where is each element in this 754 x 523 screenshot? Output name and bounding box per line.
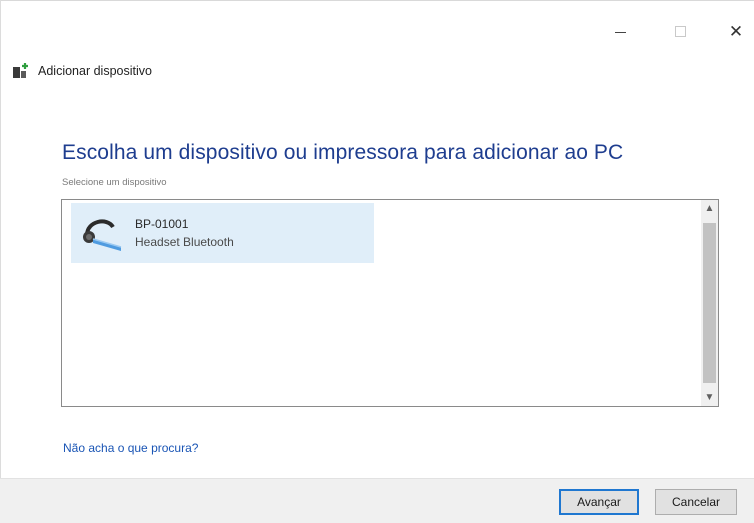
bluetooth-headset-icon: [77, 209, 125, 257]
chevron-down-icon: ▼: [704, 392, 715, 403]
maximize-icon: [674, 25, 686, 37]
device-type: Headset Bluetooth: [135, 235, 234, 249]
minimize-icon: [614, 31, 626, 33]
device-name: BP-01001: [135, 217, 189, 231]
dialog-footer: Avançar Cancelar: [0, 478, 754, 523]
window-title-bar: Adicionar dispositivo: [12, 62, 152, 80]
device-list[interactable]: BP-01001 Headset Bluetooth ▲ ▼: [61, 199, 719, 407]
vertical-scrollbar[interactable]: ▲ ▼: [701, 200, 718, 406]
add-device-window: ✕ Adicionar dispositivo Escolha um dispo…: [0, 0, 754, 523]
help-link[interactable]: Não acha o que procura?: [63, 441, 198, 455]
device-list-item[interactable]: BP-01001 Headset Bluetooth: [71, 203, 374, 263]
device-text: BP-01001 Headset Bluetooth: [135, 217, 234, 249]
page-subheading: Selecione um dispositivo: [62, 177, 167, 188]
chevron-up-icon: ▲: [704, 203, 715, 214]
minimize-button[interactable]: [600, 18, 640, 44]
scroll-up-button[interactable]: ▲: [701, 200, 718, 217]
maximize-button[interactable]: [660, 18, 700, 44]
close-icon: ✕: [728, 21, 744, 41]
window-frame-left: [0, 0, 1, 522]
add-device-icon: [12, 62, 32, 80]
scroll-down-button[interactable]: ▼: [701, 389, 718, 406]
next-button[interactable]: Avançar: [559, 489, 639, 515]
scroll-thumb[interactable]: [703, 223, 716, 383]
page-heading: Escolha um dispositivo ou impressora par…: [62, 141, 624, 164]
window-title: Adicionar dispositivo: [38, 64, 152, 78]
cancel-button[interactable]: Cancelar: [655, 489, 737, 515]
close-button[interactable]: ✕: [716, 18, 754, 44]
window-frame-top: [0, 0, 754, 1]
